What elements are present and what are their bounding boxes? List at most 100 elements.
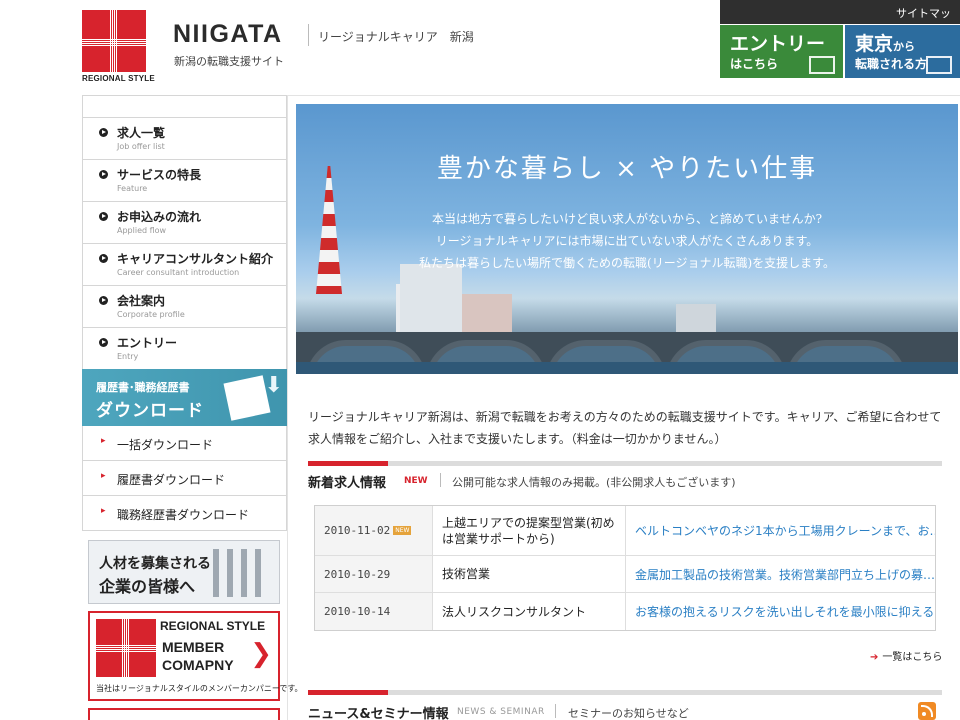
business-people-image <box>213 549 269 597</box>
tokyo-button-sublabel: 転職される方 <box>855 57 928 71</box>
site-logo[interactable] <box>82 10 146 72</box>
sidebar-item-sublabel: Applied flow <box>117 226 167 235</box>
job-title[interactable]: 技術営業 <box>434 556 626 592</box>
next-banner[interactable] <box>88 708 280 720</box>
sidebar-top-spacer <box>82 95 287 117</box>
building-image <box>400 264 462 334</box>
download-link-label: 履歴書ダウンロード <box>117 473 226 487</box>
job-description-link[interactable]: 金属加工製品の技術営業。技術営業部門立ち上げの募… <box>627 556 935 592</box>
member-banner-note: 当社はリージョナルスタイルのメンバーカンパニーです。 <box>96 684 303 693</box>
sidebar-item-applied-flow[interactable]: お申込みの流れ Applied flow <box>82 201 287 243</box>
more-link-label: 一覧はこちら <box>882 652 943 663</box>
download-banner[interactable]: 履歴書･職務経歴書 ダウンロード ⬇ <box>82 369 287 426</box>
sidebar-item-sublabel: Corporate profile <box>117 310 185 319</box>
sidebar-item-label: 会社案内 <box>117 294 166 308</box>
sidebar: 求人一覧 Job offer list サービスの特長 Feature お申込み… <box>82 95 287 531</box>
radio-tower-image <box>316 166 342 294</box>
job-description-link[interactable]: ベルトコンベヤのネジ1本から工場用クレーンまで、お… <box>627 506 935 555</box>
hero-line: 本当は地方で暮らしたいけど良い求人がないから、と諦めていませんか? <box>431 212 823 226</box>
recruiting-companies-banner[interactable]: 人材を募集される 企業の皆様へ <box>88 540 280 604</box>
download-all-link[interactable]: ▸ 一括ダウンロード <box>82 426 287 461</box>
member-company-banner[interactable]: REGIONAL STYLE MEMBER COMAPNY ❯ 当社はリージョナ… <box>88 611 303 701</box>
news-section-en-label: NEWS & SEMINAR <box>457 707 545 717</box>
jobs-section-note: 公開可能な求人情報のみ掲載。(非公開求人もございます) <box>452 476 736 489</box>
table-row[interactable]: 2010-10-29 技術営業 金属加工製品の技術営業。技術営業部門立ち上げの募… <box>315 556 935 593</box>
hero-line: リージョナルキャリアには市場に出ていない求人がたくさんあります。 <box>435 234 819 248</box>
nav-bullet-icon <box>99 338 108 347</box>
table-row[interactable]: 2010-10-14 法人リスクコンサルタント お客様の抱えるリスクを洗い出しそ… <box>315 593 935 630</box>
download-banner-line1: 履歴書･職務経歴書 <box>96 381 190 394</box>
sidebar-item-corporate[interactable]: 会社案内 Corporate profile <box>82 285 287 327</box>
sidebar-item-sublabel: Entry <box>117 352 139 361</box>
sidebar-item-sublabel: Job offer list <box>117 142 165 151</box>
content-divider <box>287 95 960 96</box>
job-description-link[interactable]: お客様の抱えるリスクを洗い出しそれを最小限に抑える… <box>627 593 935 630</box>
hero-banner: 豊かな暮らし × やりたい仕事 本当は地方で暮らしたいけど良い求人がないから、と… <box>296 104 958 374</box>
document-icon <box>223 375 271 421</box>
arrow-right-icon: ➔ <box>870 652 879 663</box>
logo-stripe-horizontal <box>82 38 146 46</box>
jobs-section-title: 新着求人情報 <box>308 476 387 491</box>
sidebar-item-label: お申込みの流れ <box>117 210 202 224</box>
entry-button[interactable]: エントリー はこちら <box>720 25 843 78</box>
entry-button-sublabel: はこちら <box>730 57 779 71</box>
sidebar-item-job-list[interactable]: 求人一覧 Job offer list <box>82 117 287 159</box>
download-arrow-icon: ⬇ <box>264 373 283 398</box>
brand-subtitle: 新潟の転職支援サイト <box>174 55 284 68</box>
hero-line: 私たちは暮らしたい場所で働くための転職(リージョナル転職)を支援します。 <box>419 256 835 270</box>
sidebar-item-label: 求人一覧 <box>117 126 166 140</box>
sidebar-item-label: キャリアコンサルタント紹介 <box>117 252 274 266</box>
download-banner-line2: ダウンロード <box>96 401 204 421</box>
section-divider <box>555 704 556 718</box>
news-section-note: セミナーのお知らせなど <box>568 707 689 720</box>
intro-text: リージョナルキャリア新潟は、新潟で転職をお考えの方々のための転職支援サイトです。… <box>308 410 942 446</box>
nav-bullet-icon <box>99 212 108 221</box>
sidebar-item-feature[interactable]: サービスの特長 Feature <box>82 159 287 201</box>
section-bar <box>308 690 942 695</box>
building-image <box>462 294 512 334</box>
chevron-right-icon: ❯ <box>250 639 272 669</box>
sidebar-item-label: エントリー <box>117 336 178 350</box>
arrow-right-icon: ▸ <box>101 471 106 481</box>
nav-bullet-icon <box>99 170 108 179</box>
jobs-table: 2010-11-02 NEW 上越エリアでの提案型営業(初めは営業サポートから) … <box>314 505 936 631</box>
logo-caption: REGIONAL STYLE <box>82 74 155 83</box>
brand-divider <box>308 24 309 46</box>
nav-bullet-icon <box>99 296 108 305</box>
hero-headline: 豊かな暮らし × やりたい仕事 <box>436 154 818 184</box>
logo-stripe-horizontal <box>96 644 156 652</box>
job-date: 2010-11-02 NEW <box>315 506 433 555</box>
download-link-label: 職務経歴書ダウンロード <box>117 508 250 522</box>
job-list-more-link[interactable]: ➔ 一覧はこちら <box>870 648 942 663</box>
sidebar-item-sublabel: Career consultant introduction <box>117 268 240 277</box>
sidebar-item-sublabel: Feature <box>117 184 148 193</box>
download-cv-link[interactable]: ▸ 職務経歴書ダウンロード <box>82 496 287 531</box>
recruit-banner-line2: 企業の皆様へ <box>99 577 196 596</box>
rss-icon[interactable] <box>918 702 936 720</box>
job-date: 2010-10-14 <box>315 593 433 630</box>
building-image <box>676 304 716 334</box>
job-title[interactable]: 上越エリアでの提案型営業(初めは営業サポートから) <box>434 506 626 555</box>
column-divider <box>287 95 288 720</box>
member-banner-line3: COMAPNY <box>162 657 234 673</box>
download-resume-link[interactable]: ▸ 履歴書ダウンロード <box>82 461 287 496</box>
brand-title[interactable]: NIIGATA <box>173 20 283 49</box>
job-title[interactable]: 法人リスクコンサルタント <box>434 593 626 630</box>
arrow-right-icon <box>926 56 952 74</box>
job-date: 2010-10-29 <box>315 556 433 592</box>
entry-button-label: エントリー <box>730 33 826 55</box>
member-banner-line1: REGIONAL STYLE <box>160 619 266 633</box>
new-badge: NEW <box>404 476 428 486</box>
sidebar-item-label: サービスの特長 <box>117 168 202 182</box>
member-banner-line2: MEMBER <box>162 639 225 655</box>
tokyo-transfer-button[interactable]: 東京から 転職される方 <box>845 25 960 78</box>
table-row[interactable]: 2010-11-02 NEW 上越エリアでの提案型営業(初めは営業サポートから) … <box>315 506 935 556</box>
river-image <box>296 362 958 374</box>
arrow-right-icon <box>809 56 835 74</box>
sitemap-link[interactable]: サイトマップ <box>720 0 960 36</box>
sidebar-item-entry[interactable]: エントリー Entry <box>82 327 287 369</box>
section-divider <box>440 473 441 487</box>
new-icon: NEW <box>393 526 412 535</box>
nav-bullet-icon <box>99 254 108 263</box>
sidebar-item-consultants[interactable]: キャリアコンサルタント紹介 Career consultant introduc… <box>82 243 287 285</box>
